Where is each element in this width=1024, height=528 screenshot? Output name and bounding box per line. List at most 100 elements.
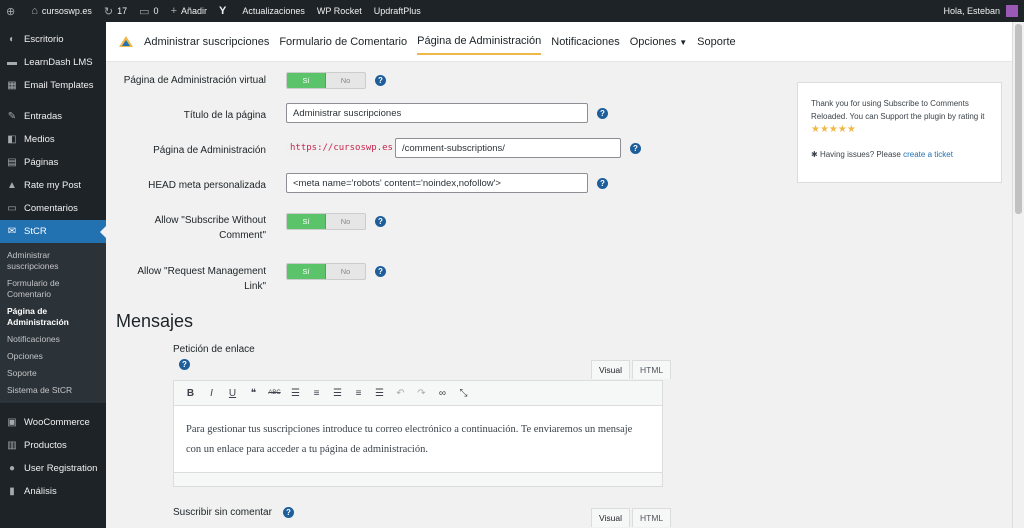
submenu-opciones[interactable]: Opciones [0, 348, 106, 365]
tab-formulario[interactable]: Formulario de Comentario [279, 30, 407, 54]
media-icon: ◧ [7, 134, 17, 145]
blockquote-icon[interactable]: ❝ [243, 388, 264, 399]
updates-link[interactable]: ↻ 17 [98, 0, 133, 22]
head-meta-input[interactable] [286, 173, 588, 193]
fullscreen-icon[interactable]: ⤡ [453, 388, 474, 399]
site-name-link[interactable]: ⌂ cursoswp.es [25, 0, 98, 22]
admin-page-slug-input[interactable] [395, 138, 621, 158]
create-ticket-link[interactable]: create a ticket [903, 150, 953, 159]
italic-icon[interactable]: I [201, 388, 222, 399]
underline-icon[interactable]: U [222, 388, 243, 399]
email-icon: ▦ [7, 80, 17, 91]
sidebar-item-stcr[interactable]: ✉ StCR [0, 220, 106, 243]
editor-content[interactable]: Para gestionar tus suscripciones introdu… [174, 406, 662, 472]
yoast-icon[interactable]: Y [213, 0, 236, 22]
adminbar-updraftplus[interactable]: UpdraftPlus [368, 0, 427, 22]
sidebar-item-woocommerce[interactable]: ▣ WooCommerce [0, 411, 106, 434]
home-icon: ⌂ [31, 5, 38, 17]
sidebar-item-email-templates[interactable]: ▦ Email Templates [0, 74, 106, 97]
allow-request-label: Allow "Request Management Link" [137, 266, 266, 292]
editor-tab-html-2[interactable]: HTML [632, 508, 672, 527]
wordpress-logo-icon[interactable]: ⊕ [0, 0, 25, 22]
tab-soporte[interactable]: Soporte [697, 30, 736, 54]
align-center-icon[interactable]: ≡ [348, 388, 369, 399]
bold-icon[interactable]: B [180, 388, 201, 399]
virtual-page-toggle[interactable]: Sí No [286, 72, 366, 89]
editor-tab-visual[interactable]: Visual [591, 360, 630, 379]
rating-stars[interactable]: ★★★★★ [811, 124, 856, 135]
editor-tab-visual-2[interactable]: Visual [591, 508, 630, 527]
editor-tab-html[interactable]: HTML [632, 360, 672, 379]
help-icon[interactable]: ? [630, 143, 641, 154]
page-title-label: Título de la página [183, 110, 266, 121]
tab-notificaciones[interactable]: Notificaciones [551, 30, 619, 54]
stcr-submenu: Administrar suscripciones Formulario de … [0, 243, 106, 403]
request-link-editor: B I U ❝ ABC ☰ ≡ ☰ ≡ ☰ ↶ ↷ ∞ ⤡ Para gesti… [173, 380, 663, 487]
tab-opciones[interactable]: Opciones ▼ [630, 30, 687, 54]
stcr-icon: ✉ [7, 226, 17, 237]
pages-icon: ▤ [7, 157, 17, 168]
sidebar-item-learndash[interactable]: ▬ LearnDash LMS [0, 51, 106, 74]
page-scrollbar[interactable] [1012, 22, 1024, 528]
info-text: Thank you for using Subscribe to Comment… [811, 99, 985, 121]
plugin-tabs: Administrar suscripciones Formulario de … [106, 22, 1012, 62]
sidebar-item-analisis[interactable]: ▮ Análisis [0, 480, 106, 503]
comment-icon: ▭ [139, 5, 150, 18]
analytics-icon: ▮ [9, 486, 15, 497]
pin-icon: ✎ [7, 111, 17, 122]
strikethrough-icon[interactable]: ABC [264, 390, 285, 396]
bug-icon: ✱ [811, 150, 818, 159]
site-url-prefix: https://cursoswp.es [286, 141, 397, 155]
allow-request-toggle[interactable]: Sí No [286, 263, 366, 280]
help-icon[interactable]: ? [179, 359, 190, 370]
numbered-list-icon[interactable]: ≡ [306, 388, 327, 399]
settings-form: Página de Administración virtual Sí No ? … [106, 62, 1012, 528]
sidebar-item-rate-my-post[interactable]: ▲ Rate my Post [0, 174, 106, 197]
adminbar-updates[interactable]: Actualizaciones [236, 0, 311, 22]
undo-icon[interactable]: ↶ [390, 388, 411, 399]
admin-page-label: Página de Administración [153, 145, 266, 156]
help-icon[interactable]: ? [597, 178, 608, 189]
bullet-list-icon[interactable]: ☰ [285, 388, 306, 399]
help-icon[interactable]: ? [375, 266, 386, 277]
sidebar-item-medios[interactable]: ◧ Medios [0, 128, 106, 151]
scrollbar-thumb[interactable] [1015, 24, 1022, 214]
admin-bar: ⊕ ⌂ cursoswp.es ↻ 17 ▭ 0 + Añadir Y Actualiz… [0, 0, 1024, 22]
allow-subscribe-toggle[interactable]: Sí No [286, 213, 366, 230]
help-icon[interactable]: ? [283, 507, 294, 518]
page-title-input[interactable] [286, 103, 588, 123]
plugin-info-box: Thank you for using Subscribe to Comment… [797, 82, 1002, 183]
sidebar-item-paginas[interactable]: ▤ Páginas [0, 151, 106, 174]
editor-tabs-2: Visual HTML [589, 508, 672, 527]
admin-sidebar: ◐ Escritorio ▬ LearnDash LMS ▦ Email Templa… [0, 22, 106, 528]
help-icon[interactable]: ? [375, 75, 386, 86]
align-right-icon[interactable]: ☰ [369, 388, 390, 399]
sidebar-item-escritorio[interactable]: ◐ Escritorio [0, 28, 106, 51]
submenu-soporte[interactable]: Soporte [0, 365, 106, 382]
editor-resize-handle[interactable] [174, 472, 662, 486]
plus-icon: + [170, 5, 177, 17]
tab-administrar[interactable]: Administrar suscripciones [144, 30, 269, 54]
sidebar-item-entradas[interactable]: ✎ Entradas [0, 105, 106, 128]
sidebar-item-comentarios[interactable]: ▭ Comentarios [0, 197, 106, 220]
submenu-pagina-admin[interactable]: Página de Administración [0, 303, 106, 331]
submenu-administrar[interactable]: Administrar suscripciones [0, 247, 106, 275]
submenu-formulario[interactable]: Formulario de Comentario [0, 275, 106, 303]
submenu-notificaciones[interactable]: Notificaciones [0, 331, 106, 348]
align-left-icon[interactable]: ☰ [327, 388, 348, 399]
link-icon[interactable]: ∞ [432, 388, 453, 399]
caret-down-icon: ▼ [679, 37, 688, 47]
tab-pagina-admin[interactable]: Página de Administración [417, 29, 542, 55]
redo-icon[interactable]: ↷ [411, 388, 432, 399]
new-content-link[interactable]: + Añadir [165, 0, 213, 22]
help-icon[interactable]: ? [375, 216, 386, 227]
submenu-sistema[interactable]: Sistema de StCR [0, 382, 106, 399]
sidebar-item-user-registration[interactable]: ● User Registration [0, 457, 106, 480]
comments-link[interactable]: ▭ 0 [133, 0, 164, 22]
account-menu[interactable]: Hola, Esteban [937, 0, 1024, 22]
adminbar-wp-rocket[interactable]: WP Rocket [311, 0, 368, 22]
help-icon[interactable]: ? [597, 108, 608, 119]
rate-icon: ▲ [7, 180, 17, 191]
dashboard-icon: ◐ [8, 34, 16, 45]
sidebar-item-productos[interactable]: ▥ Productos [0, 434, 106, 457]
